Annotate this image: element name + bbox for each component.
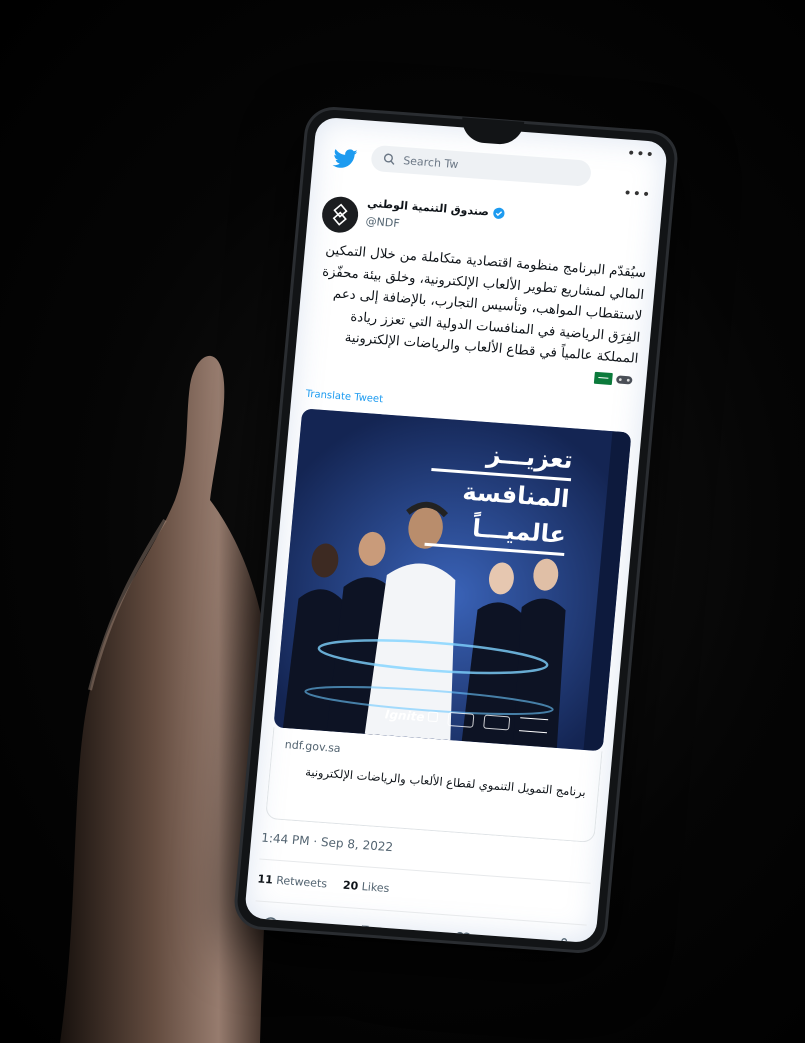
search-input[interactable]: Search Tw bbox=[370, 144, 592, 187]
avatar[interactable] bbox=[320, 195, 360, 234]
tweet-body: سيُقدّم البرنامج منظومة اقتصادية متكاملة… bbox=[321, 242, 647, 367]
saudi-flag-icon bbox=[593, 371, 613, 385]
more-options-icon[interactable]: ••• bbox=[626, 146, 655, 164]
search-icon bbox=[383, 153, 395, 165]
tweet-text: سيُقدّم البرنامج منظومة اقتصادية متكاملة… bbox=[306, 239, 647, 392]
share-icon[interactable] bbox=[550, 936, 570, 944]
retweets-stat[interactable]: 11 Retweets bbox=[257, 872, 328, 890]
tweet-timestamp[interactable]: 1:44 PM · Sep 8, 2022 bbox=[261, 831, 394, 855]
likes-label: Likes bbox=[361, 880, 390, 896]
like-icon[interactable] bbox=[454, 929, 474, 944]
search-placeholder: Search Tw bbox=[402, 153, 459, 171]
link-domain: ndf.gov.sa bbox=[284, 738, 342, 756]
retweets-label: Retweets bbox=[275, 873, 328, 891]
engagement-stats: 11 Retweets 20 Likes bbox=[257, 872, 390, 895]
link-title: برنامج التمويل التنموي لقطاع الألعاب وال… bbox=[304, 764, 587, 800]
photo-scene: Search Tw ••• ••• صندوق التنمية الوطني @… bbox=[0, 0, 805, 1043]
likes-count: 20 bbox=[342, 878, 359, 893]
sponsor-logo-icon bbox=[446, 711, 475, 728]
ndf-wordmark-icon bbox=[518, 717, 548, 734]
tweet-media-image[interactable]: تعزيـــز المنافسة عالميـــاً Ignite bbox=[273, 408, 632, 752]
verified-badge-icon bbox=[493, 207, 505, 219]
partner-logo-icon bbox=[482, 714, 510, 731]
twitter-bird-icon[interactable] bbox=[332, 148, 358, 170]
phone-screen: Search Tw ••• ••• صندوق التنمية الوطني @… bbox=[244, 116, 668, 944]
author-handle[interactable]: @NDF bbox=[365, 215, 400, 230]
tweet-emoji bbox=[593, 371, 634, 386]
tweet-more-icon[interactable]: ••• bbox=[623, 185, 652, 203]
retweets-count: 11 bbox=[256, 872, 274, 887]
smartphone: Search Tw ••• ••• صندوق التنمية الوطني @… bbox=[235, 108, 677, 952]
video-game-icon bbox=[616, 375, 633, 384]
ndf-logo-icon bbox=[332, 203, 348, 226]
likes-stat[interactable]: 20 Likes bbox=[342, 879, 390, 895]
translate-tweet-link[interactable]: Translate Tweet bbox=[305, 389, 383, 406]
media-headline: تعزيـــز المنافسة عالميـــاً bbox=[424, 432, 575, 556]
